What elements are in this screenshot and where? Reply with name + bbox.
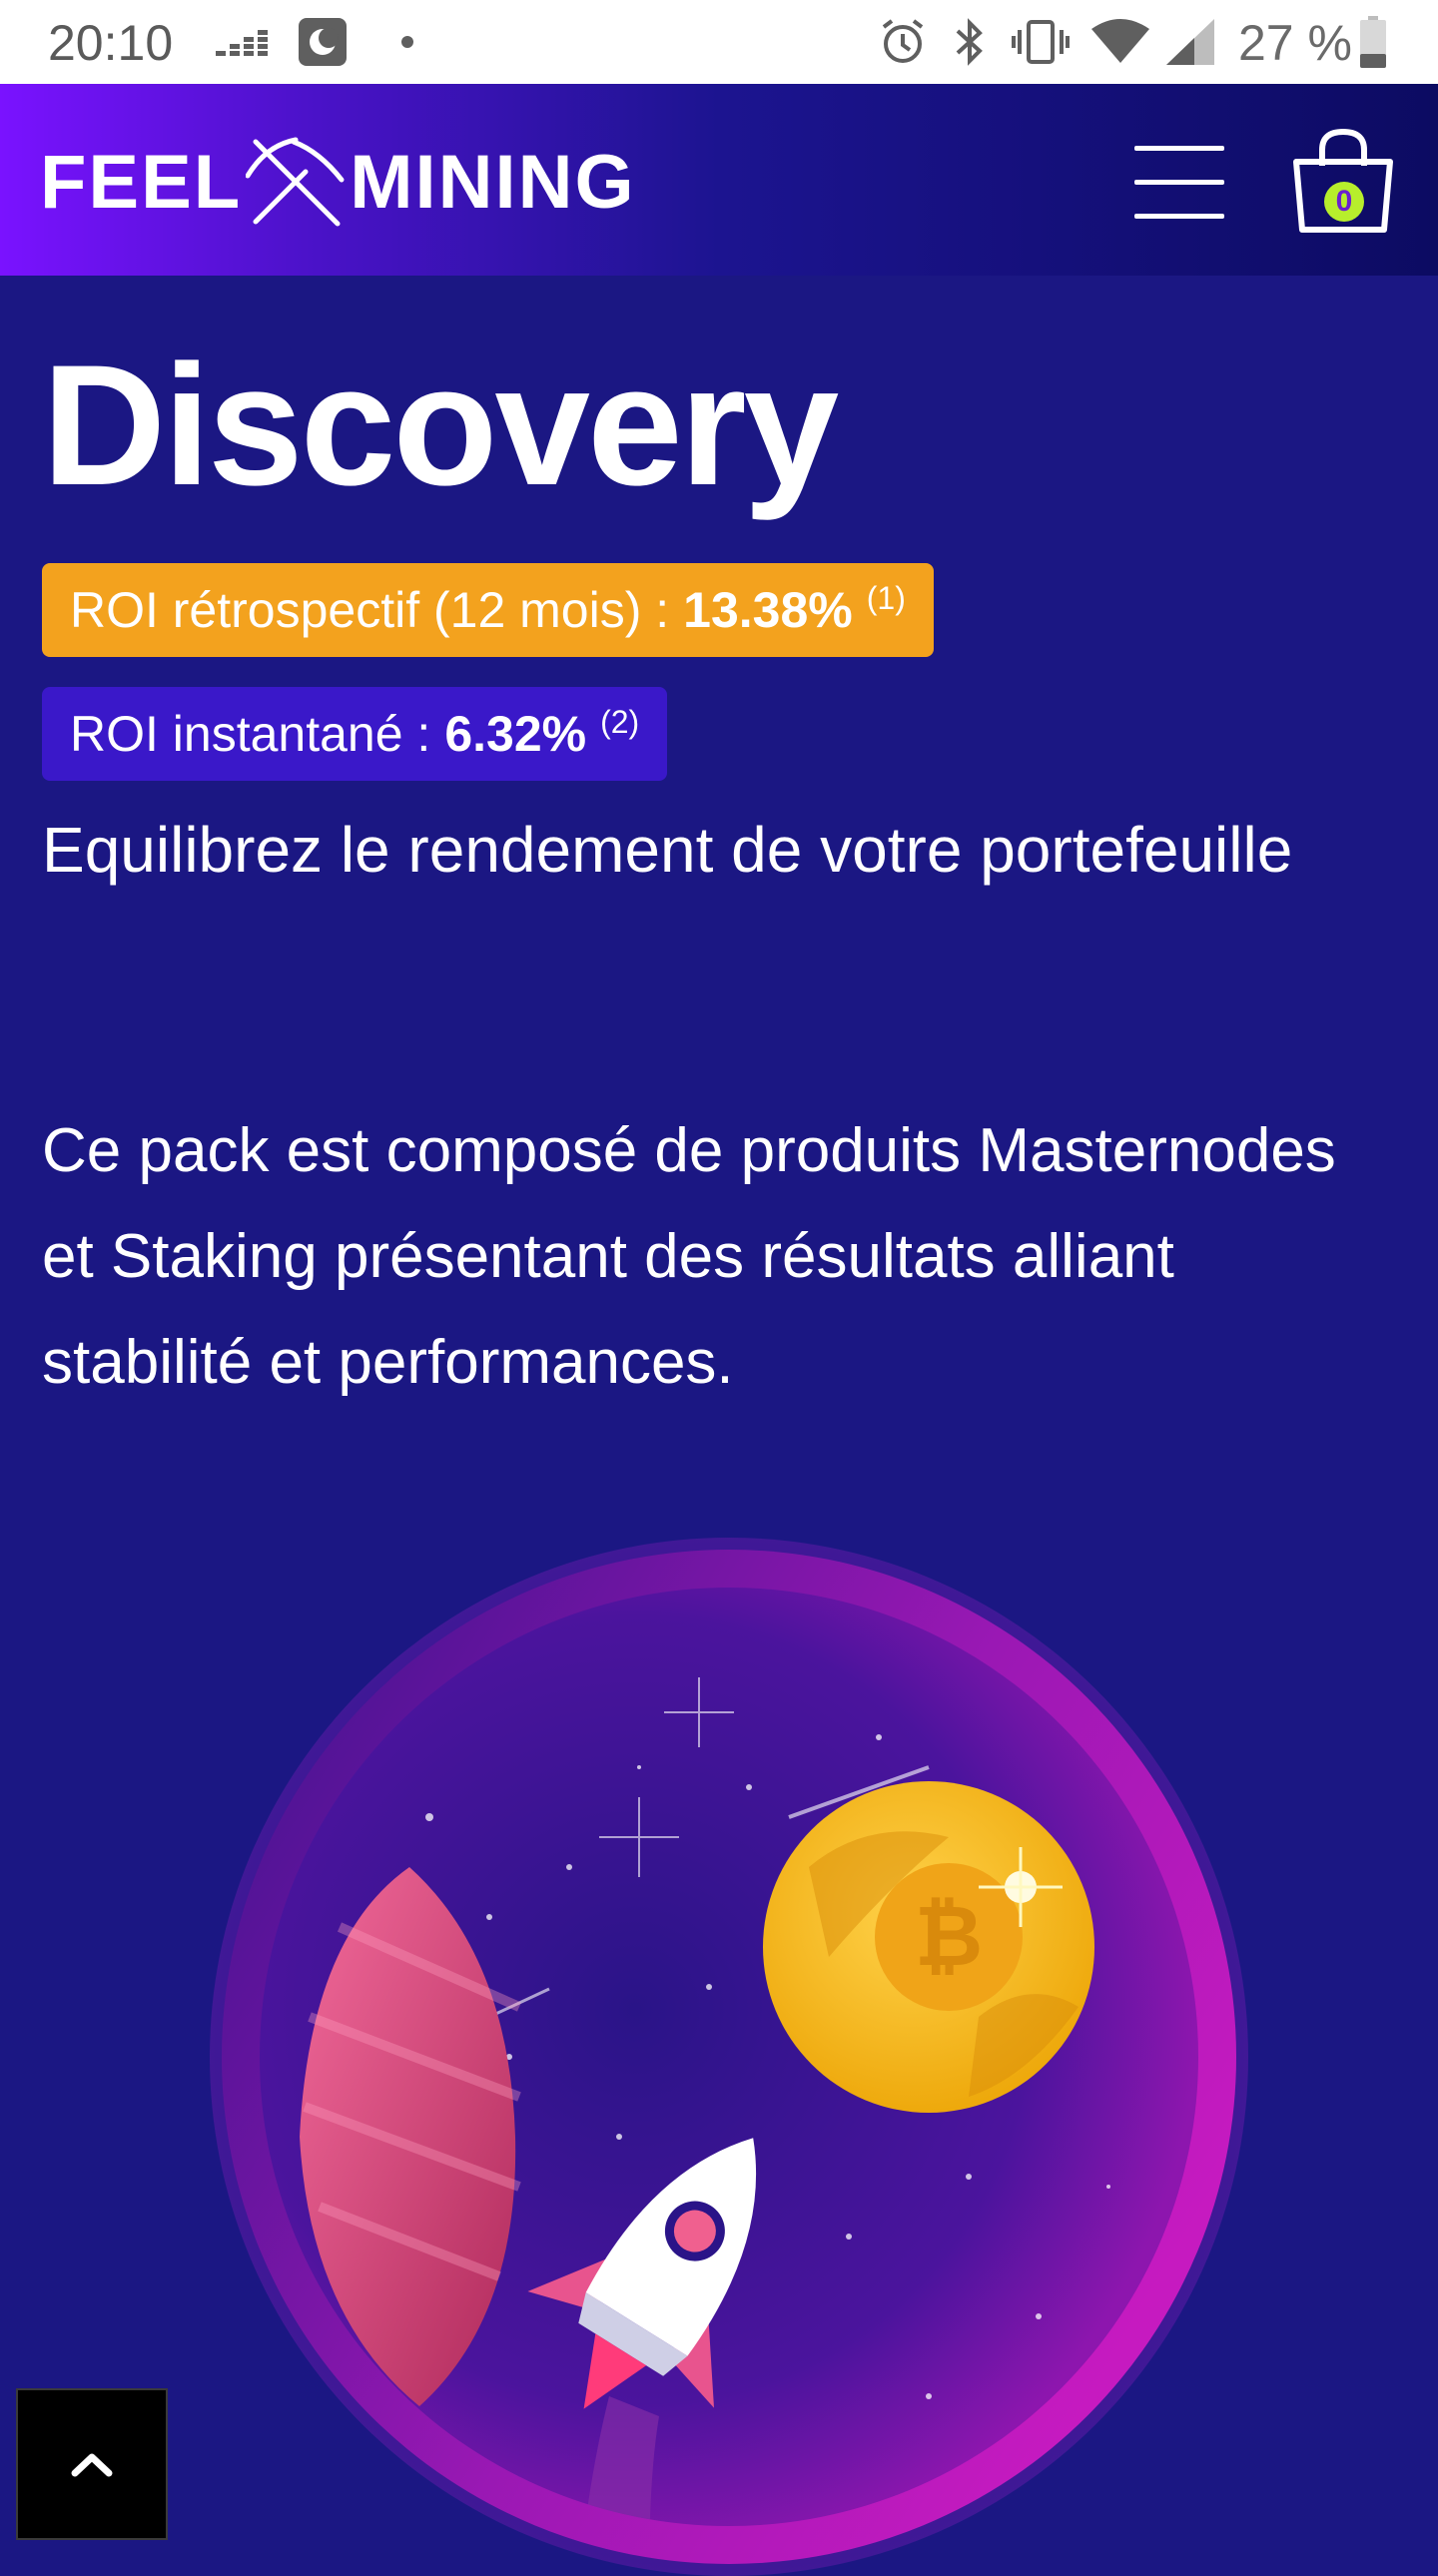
bitcoin-icon: ₿ bbox=[915, 1889, 983, 1983]
roi-instant-footnote[interactable]: (2) bbox=[600, 704, 639, 741]
roi-retro-label: ROI rétrospectif (12 mois) : bbox=[70, 582, 670, 638]
space-rocket-illustration: ₿ bbox=[210, 1538, 1248, 2576]
scroll-to-top-button[interactable] bbox=[16, 2388, 168, 2540]
site-header: FEEL MINING 0 bbox=[0, 84, 1438, 276]
alarm-icon bbox=[875, 14, 931, 70]
roi-instant-badge: ROI instantané : 6.32% (2) bbox=[42, 687, 668, 781]
roi-retro-value: 13.38% bbox=[683, 582, 853, 638]
signal-icon bbox=[1162, 14, 1218, 70]
roi-retro-footnote[interactable]: (1) bbox=[867, 580, 906, 617]
roi-instant-label: ROI instantané : bbox=[70, 706, 431, 762]
pack-subtitle: Equilibrez le rendement de votre portefe… bbox=[42, 814, 1293, 886]
page-title: Discovery bbox=[42, 329, 839, 521]
bluetooth-icon bbox=[945, 14, 995, 70]
chevron-up-icon bbox=[71, 2453, 113, 2477]
roi-instant-value: 6.32% bbox=[444, 706, 587, 762]
pickaxe-icon bbox=[246, 137, 345, 227]
status-time: 20:10 bbox=[48, 15, 174, 71]
vibrate-icon bbox=[1009, 14, 1073, 70]
wifi-icon bbox=[1090, 14, 1150, 70]
logo-text-left: FEEL bbox=[40, 139, 243, 225]
logo-text-right: MINING bbox=[350, 139, 636, 225]
roi-retrospective-badge: ROI rétrospectif (12 mois) : 13.38% (1) bbox=[42, 563, 934, 657]
cart-count-badge: 0 bbox=[1324, 182, 1364, 222]
app-icon bbox=[296, 14, 350, 70]
cart-button[interactable]: 0 bbox=[1288, 126, 1398, 238]
feel-mining-logo[interactable]: FEEL MINING bbox=[40, 136, 636, 228]
deezer-icon bbox=[212, 14, 272, 70]
battery-percent: 27 % bbox=[1238, 15, 1352, 71]
pack-description: Ce pack est composé de produits Masterno… bbox=[42, 1116, 1336, 1397]
menu-button[interactable] bbox=[1134, 140, 1226, 224]
dot-icon bbox=[397, 14, 417, 70]
battery-icon bbox=[1358, 14, 1388, 70]
status-bar: 20:10 27 % bbox=[0, 0, 1438, 84]
